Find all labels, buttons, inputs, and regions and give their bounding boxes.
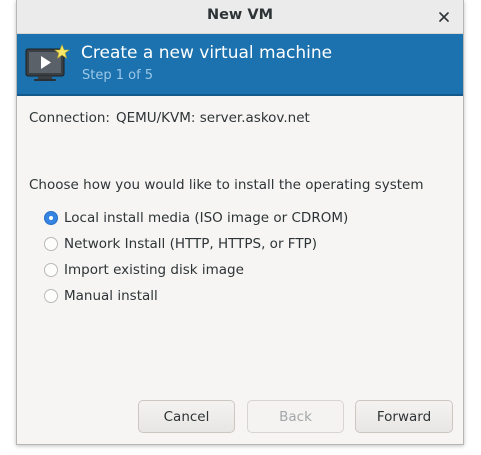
option-manual-install[interactable]: Manual install <box>44 283 348 309</box>
option-label: Network Install (HTTP, HTTPS, or FTP) <box>64 236 317 252</box>
option-network-install[interactable]: Network Install (HTTP, HTTPS, or FTP) <box>44 231 348 257</box>
option-label: Import existing disk image <box>64 262 244 278</box>
cancel-button[interactable]: Cancel <box>138 400 235 433</box>
vm-monitor-icon <box>25 44 70 81</box>
back-button[interactable]: Back <box>247 400 344 433</box>
option-local-install-media[interactable]: Local install media (ISO image or CDROM) <box>44 205 348 231</box>
connection-label: Connection: <box>29 110 110 126</box>
wizard-title: Create a new virtual machine <box>81 43 333 63</box>
radio-network-install[interactable] <box>44 237 58 251</box>
install-method-group: Local install media (ISO image or CDROM)… <box>44 205 348 309</box>
wizard-header: Create a new virtual machine Step 1 of 5 <box>17 34 463 96</box>
wizard-step: Step 1 of 5 <box>82 68 154 83</box>
radio-manual-install[interactable] <box>44 289 58 303</box>
option-label: Manual install <box>64 288 158 304</box>
connection-value: QEMU/KVM: server.askov.net <box>115 110 310 126</box>
forward-button[interactable]: Forward <box>355 400 453 433</box>
title-bar[interactable]: New VM <box>17 0 463 34</box>
install-prompt: Choose how you would like to install the… <box>29 177 424 193</box>
connection-row: Connection: QEMU/KVM: server.askov.net <box>29 110 310 126</box>
option-import-disk-image[interactable]: Import existing disk image <box>44 257 348 283</box>
option-label: Local install media (ISO image or CDROM) <box>64 210 349 226</box>
new-vm-window: New VM Create a new virtual machine Step… <box>16 0 464 445</box>
radio-local-install-media[interactable] <box>44 211 58 225</box>
radio-import-disk-image[interactable] <box>44 263 58 277</box>
window-title: New VM <box>206 7 274 23</box>
close-button[interactable] <box>433 6 455 28</box>
close-icon <box>439 12 449 22</box>
